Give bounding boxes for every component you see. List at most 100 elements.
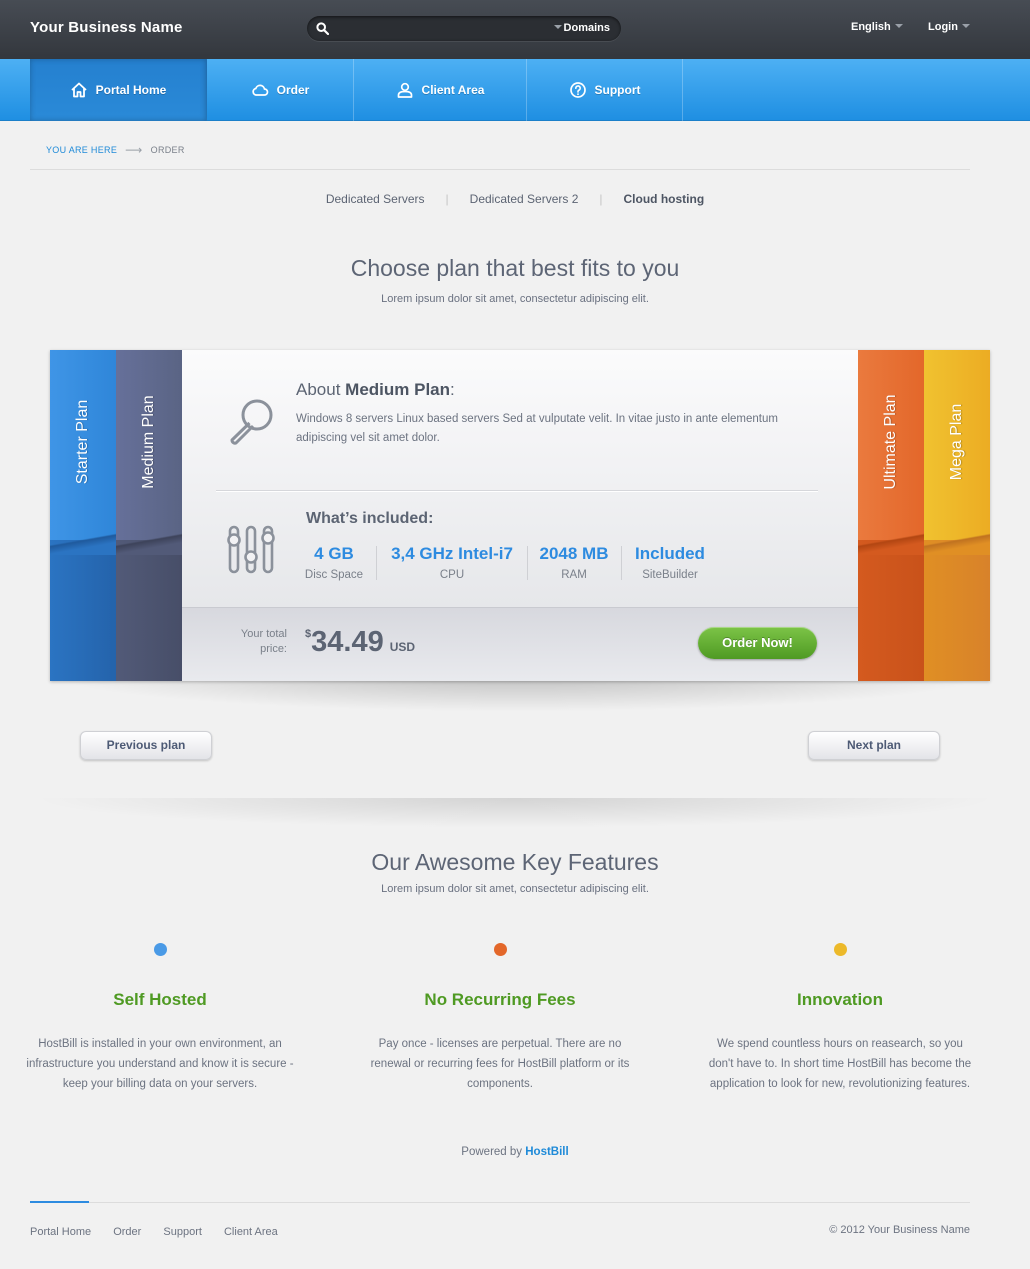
plan-tab-label: Starter Plan <box>74 399 91 485</box>
home-icon <box>71 82 87 98</box>
feature-title: Innovation <box>797 990 883 1009</box>
price-label-line: Your total <box>240 628 287 640</box>
breadcrumb-prefix[interactable]: YOU ARE HERE <box>46 145 117 155</box>
spec-separator <box>527 546 528 580</box>
footer-divider <box>30 1202 970 1203</box>
currency-code: USD <box>389 640 416 654</box>
page-subtitle: Lorem ipsum dolor sit amet, consectetur … <box>381 293 649 305</box>
spec-value: 4 GB <box>314 544 354 563</box>
search-input[interactable] <box>335 19 545 38</box>
divider <box>30 169 970 170</box>
nav-item-portal-home[interactable]: Portal Home <box>30 59 207 121</box>
about-suffix: : <box>450 380 455 399</box>
nav-label: Support <box>594 83 641 97</box>
previous-plan-button[interactable]: Previous plan <box>80 731 212 760</box>
plan-about-heading: About Medium Plan: <box>296 380 455 400</box>
language-dropdown[interactable]: English <box>851 21 903 33</box>
divider <box>216 490 818 491</box>
cloud-icon <box>252 84 268 96</box>
footer-divider-accent <box>30 1201 89 1203</box>
nav-item-support[interactable]: Support <box>527 59 683 121</box>
tab-cloud-hosting[interactable]: Cloud hosting <box>603 192 726 206</box>
spec-label: CPU <box>439 569 465 581</box>
plan-description: Windows 8 servers Linux based servers Se… <box>296 413 778 444</box>
nav-label: Order <box>276 83 310 97</box>
plan-slider: Starter Plan Medium Plan Ultimate Plan M… <box>50 350 990 681</box>
spec-label: Disc Space <box>304 569 364 581</box>
plan-tab-label: Medium Plan <box>140 395 157 489</box>
next-plan-button[interactable]: Next plan <box>808 731 940 760</box>
powered-prefix: Powered by <box>461 1146 523 1158</box>
feature-dot-icon <box>493 943 507 956</box>
currency-symbol: $ <box>305 628 312 640</box>
search-domain-dropdown[interactable]: Domains <box>553 22 610 34</box>
included-heading: What’s included: <box>306 510 434 527</box>
chevron-down-icon <box>894 24 903 29</box>
breadcrumb-current: ORDER <box>150 145 185 155</box>
plan-tab-starter[interactable]: Starter Plan <box>50 350 116 681</box>
plan-price: $34.49 USD <box>305 626 415 659</box>
plan-tab-ultimate[interactable]: Ultimate Plan <box>858 350 924 681</box>
top-bar: Your Business Name Domains English Login <box>0 0 1030 59</box>
plan-tab-label: Mega Plan <box>948 403 965 481</box>
plan-tab-medium[interactable]: Medium Plan <box>116 350 182 681</box>
spec-separator <box>376 546 377 580</box>
powered-brand-link[interactable]: HostBill <box>525 1146 568 1158</box>
features-subtitle: Lorem ipsum dolor sit amet, consectetur … <box>381 883 649 895</box>
feature-dot-icon <box>833 943 847 956</box>
spec-label: RAM <box>561 569 587 581</box>
powered-by: Powered by HostBill <box>0 1146 1030 1158</box>
footer-link-support[interactable]: Support <box>163 1226 202 1238</box>
footer-link-order[interactable]: Order <box>113 1226 141 1238</box>
spec-sitebuilder: Included SiteBuilder <box>628 544 712 581</box>
page-title: Choose plan that best fits to you <box>350 255 680 281</box>
price-amount: 34.49 <box>311 626 384 658</box>
search-dropdown-label: Domains <box>563 22 610 34</box>
search-icon <box>230 399 273 445</box>
user-icon <box>397 82 412 98</box>
spec-value: 2048 MB <box>539 544 609 563</box>
spec-cpu: 3,4 GHz Intel-i7 CPU <box>382 544 522 581</box>
plan-tab-label: Ultimate Plan <box>882 394 899 490</box>
feature-self-hosted: Self Hosted HostBill is installed in you… <box>25 943 295 1094</box>
feature-title: No Recurring Fees <box>424 990 576 1009</box>
nav-item-client-area[interactable]: Client Area <box>354 59 527 121</box>
main-nav: Portal Home Order Client Area Support <box>0 59 1030 121</box>
feature-innovation: Innovation We spend countless hours on r… <box>705 943 975 1094</box>
login-dropdown[interactable]: Login <box>928 21 970 33</box>
category-tabs: Dedicated Servers | Dedicated Servers 2 … <box>0 192 1030 206</box>
nav-label: Client Area <box>421 83 485 97</box>
sliders-icon <box>227 525 275 574</box>
about-plan-name: Medium Plan <box>345 380 451 399</box>
footer-link-portal-home[interactable]: Portal Home <box>30 1226 91 1238</box>
spec-ram: 2048 MB RAM <box>532 544 616 581</box>
plan-tab-mega[interactable]: Mega Plan <box>924 350 990 681</box>
section-divider <box>30 798 1000 828</box>
arrow-right-icon: ⟶ <box>125 143 143 157</box>
order-now-button[interactable]: Order Now! <box>698 627 817 659</box>
feature-dot-icon <box>153 943 167 956</box>
feature-text: Pay once - licenses are perpetual. There… <box>370 1038 630 1090</box>
tab-dedicated-servers-2[interactable]: Dedicated Servers 2 <box>449 192 600 206</box>
language-label: English <box>851 21 891 33</box>
tab-dedicated-servers[interactable]: Dedicated Servers <box>305 192 446 206</box>
search-icon <box>316 22 329 35</box>
feature-title: Self Hosted <box>113 990 207 1009</box>
spec-separator <box>621 546 622 580</box>
feature-text: We spend countless hours on reasearch, s… <box>708 1038 972 1090</box>
brand-name[interactable]: Your Business Name <box>30 19 183 36</box>
help-icon <box>569 82 586 98</box>
copyright: © 2012 Your Business Name <box>829 1224 970 1236</box>
spec-disc-space: 4 GB Disc Space <box>301 544 367 581</box>
nav-label: Portal Home <box>95 83 167 97</box>
feature-text: HostBill is installed in your own enviro… <box>26 1038 294 1090</box>
breadcrumb: YOU ARE HERE ⟶ ORDER <box>46 142 185 157</box>
search-bar[interactable]: Domains <box>307 16 621 41</box>
footer-link-client-area[interactable]: Client Area <box>224 1226 278 1238</box>
spec-value: 3,4 GHz Intel-i7 <box>391 544 513 563</box>
nav-item-order[interactable]: Order <box>207 59 354 121</box>
price-label: Your total price: <box>232 627 287 657</box>
price-label-line: price: <box>260 643 287 655</box>
login-label: Login <box>928 21 958 33</box>
footer-links: Portal Home Order Support Client Area <box>30 1226 297 1238</box>
